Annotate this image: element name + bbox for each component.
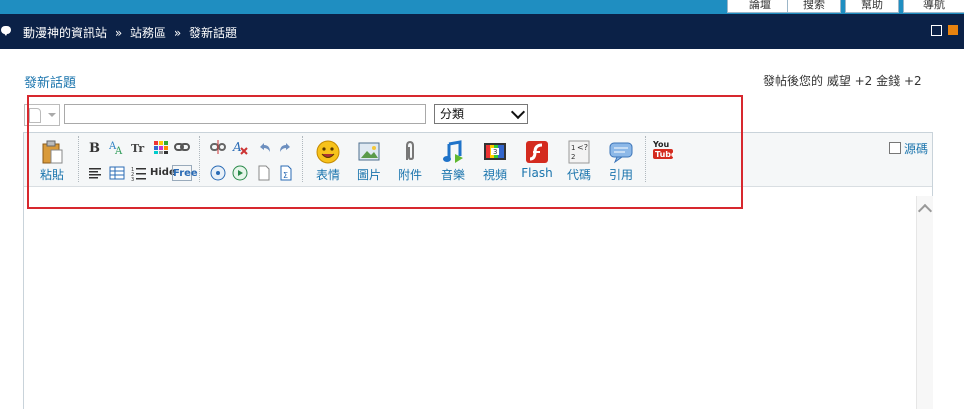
font-size-icon[interactable]: Tr <box>131 139 147 155</box>
quote-button[interactable]: 引用 <box>607 140 635 183</box>
video-label: 視頻 <box>482 168 507 182</box>
undo-icon[interactable] <box>256 139 272 155</box>
redo-icon[interactable] <box>278 139 294 155</box>
code-label: 代碼 <box>566 168 591 182</box>
page-title: 發新話題 <box>24 76 77 91</box>
breadcrumb-separator: » <box>114 26 123 40</box>
svg-text:A: A <box>232 140 242 154</box>
music-label: 音樂 <box>440 168 465 182</box>
svg-text:3: 3 <box>131 177 134 181</box>
svg-text:2: 2 <box>571 153 575 161</box>
insert-audio-icon[interactable] <box>210 165 226 181</box>
hide-icon[interactable]: Hide <box>150 165 176 181</box>
remove-format-icon[interactable]: A <box>232 139 248 155</box>
nav-bar: 動漫神的資訊站 » 站務區 » 發新話題 <box>0 14 964 49</box>
toolbar-separator <box>199 136 200 182</box>
video-button[interactable]: 3 視頻 <box>481 140 509 183</box>
source-label: 源碼 <box>904 142 929 156</box>
svg-text:1: 1 <box>571 144 575 152</box>
flash-icon <box>525 140 549 164</box>
paste-label: 粘貼 <box>39 168 64 182</box>
subject-input[interactable] <box>64 104 426 124</box>
svg-text:Tr: Tr <box>131 142 144 155</box>
svg-text:A: A <box>114 146 123 155</box>
link-icon[interactable] <box>174 139 190 155</box>
breadcrumb-separator: » <box>173 26 182 40</box>
font-color-icon[interactable]: AA <box>108 139 125 157</box>
flash-button[interactable]: Flash <box>520 140 554 180</box>
code-button[interactable]: 1 2 <? 代碼 <box>565 140 593 183</box>
picture-icon <box>357 140 381 164</box>
category-select[interactable]: 分類 <box>434 104 528 124</box>
paperclip-icon <box>398 140 422 164</box>
chevron-down-icon <box>48 113 56 117</box>
help-button[interactable]: 幫助 <box>845 0 899 13</box>
code-icon: 1 2 <? <box>567 140 591 164</box>
blank-page-icon[interactable] <box>256 165 272 181</box>
breadcrumb: 動漫神的資訊站 » 站務區 » 發新話題 <box>23 24 241 41</box>
source-checkbox[interactable] <box>889 142 901 154</box>
svg-text:Σ: Σ <box>283 171 288 180</box>
breadcrumb-site[interactable]: 動漫神的資訊站 <box>23 26 107 40</box>
search-button[interactable]: 搜索 <box>787 0 841 13</box>
editor-scrollbar[interactable] <box>916 196 933 409</box>
nav-button[interactable]: 導航 <box>903 0 964 13</box>
youtube-button[interactable]: You Tube <box>652 138 677 160</box>
emoticon-label: 表情 <box>315 168 340 182</box>
color-grid-icon[interactable] <box>153 139 169 155</box>
music-note-icon <box>441 140 465 164</box>
toolbar-separator <box>645 136 646 182</box>
forum-button[interactable]: 論壇 <box>727 0 793 13</box>
layout-toggle-icon[interactable] <box>931 25 942 36</box>
source-mode-toggle[interactable]: 源碼 <box>889 140 928 157</box>
attachment-button[interactable]: 附件 <box>396 140 424 183</box>
document-icon <box>29 108 41 123</box>
smiley-icon <box>316 140 340 164</box>
youtube-icon: YouTube <box>652 140 677 159</box>
image-label: 圖片 <box>356 168 381 182</box>
svg-text:3: 3 <box>493 148 497 156</box>
toolbar-separator <box>78 136 79 182</box>
svg-text:You: You <box>652 140 670 149</box>
quote-label: 引用 <box>608 168 633 182</box>
align-icon[interactable] <box>87 165 103 181</box>
unlink-icon[interactable] <box>210 139 226 155</box>
style-switch-icon[interactable] <box>948 25 958 35</box>
chevron-down-icon <box>510 104 526 120</box>
music-button[interactable]: 音樂 <box>439 140 467 183</box>
bold-icon[interactable]: B <box>87 139 103 156</box>
video-icon: 3 <box>483 140 507 164</box>
post-icon-select[interactable] <box>24 104 60 126</box>
formula-icon[interactable]: Σ <box>278 165 294 181</box>
paste-button[interactable]: 粘貼 <box>38 140 66 183</box>
speech-bubble-icon <box>1 26 11 36</box>
svg-text:B: B <box>89 141 100 155</box>
free-icon[interactable]: Free <box>172 165 198 181</box>
chevron-up-icon[interactable] <box>917 203 933 219</box>
toolbar-separator <box>302 136 303 182</box>
category-selected-label: 分類 <box>440 107 465 121</box>
table-icon[interactable] <box>109 165 125 181</box>
breadcrumb-current: 發新話題 <box>189 26 238 40</box>
emoticon-button[interactable]: 表情 <box>314 140 342 183</box>
insert-media-icon[interactable] <box>232 165 248 181</box>
image-button[interactable]: 圖片 <box>355 140 383 183</box>
flash-label: Flash <box>521 166 553 180</box>
svg-text:<?: <? <box>577 143 588 152</box>
reward-info: 發帖後您的 威望 +2 金錢 +2 <box>763 74 922 88</box>
attachment-label: 附件 <box>397 168 422 182</box>
breadcrumb-forum[interactable]: 站務區 <box>130 26 166 40</box>
clipboard-icon <box>40 140 64 164</box>
svg-text:Tube: Tube <box>655 150 674 159</box>
quote-bubble-icon <box>609 140 633 164</box>
list-icon[interactable]: 123 <box>131 165 147 183</box>
